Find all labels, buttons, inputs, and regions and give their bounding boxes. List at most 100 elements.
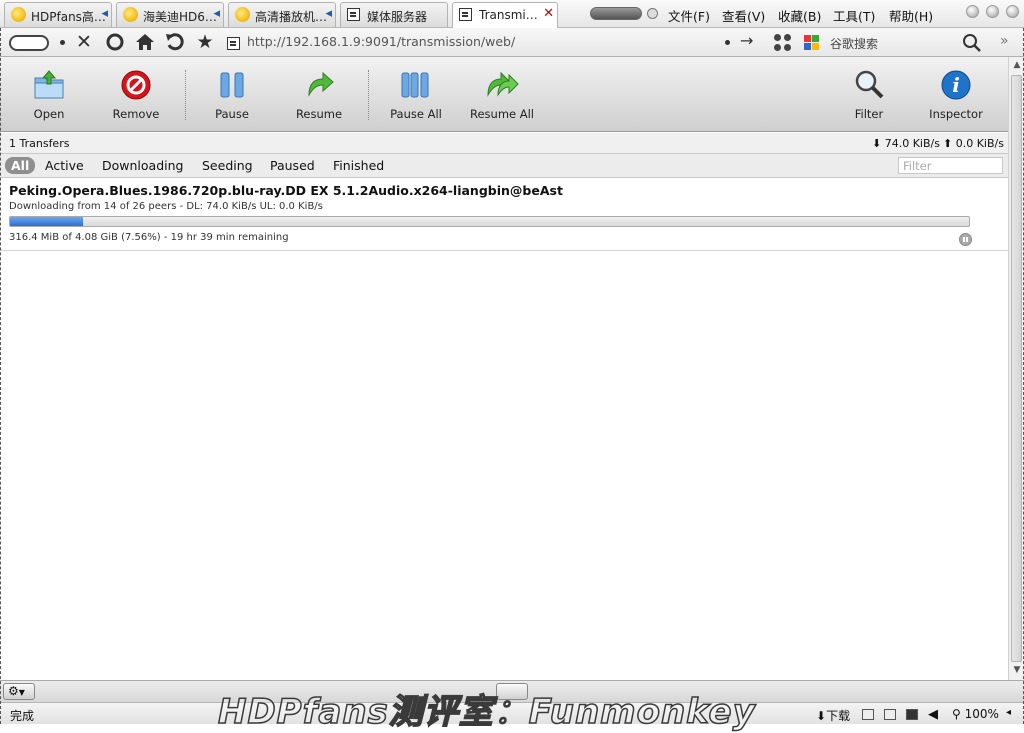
browser-tab-4[interactable]: 媒体服务器 — [340, 2, 448, 27]
resume-all-label: Resume All — [469, 107, 535, 121]
maximize-button[interactable] — [986, 5, 999, 18]
sun-icon — [11, 7, 27, 23]
torrent-progress-bar — [9, 216, 970, 227]
torrent-progress-fill — [10, 217, 83, 226]
filter-finished[interactable]: Finished — [333, 158, 384, 173]
toolbar-separator — [185, 70, 186, 120]
filter-paused[interactable]: Paused — [270, 158, 315, 173]
page-load-status: 完成 — [10, 709, 35, 723]
inspector-button[interactable]: i Inspector — [916, 57, 996, 132]
favorite-star-icon[interactable]: ★ — [194, 31, 216, 53]
open-button[interactable]: Open — [9, 57, 89, 132]
vertical-scrollbar[interactable]: ▲ ▼ — [1008, 57, 1024, 680]
chevron-down-icon: ▼ — [18, 688, 25, 697]
sun-icon — [235, 7, 251, 23]
window-mode-dot[interactable] — [647, 8, 658, 19]
dot-icon — [60, 40, 65, 45]
menu-favorites[interactable]: 收藏(B) — [778, 6, 821, 25]
undo-icon[interactable] — [164, 31, 186, 53]
search-icon[interactable] — [962, 33, 982, 53]
toolbar-separator — [368, 70, 369, 120]
transmission-toolbar: Open Remove Pause Resume Pause All Resum… — [0, 57, 1008, 132]
browser-tab-3[interactable]: 高清播放机… ◂ — [228, 2, 336, 27]
scroll-down-icon[interactable]: ▼ — [1011, 665, 1023, 677]
more-chevron-icon[interactable]: » — [1000, 33, 1009, 49]
close-window-button[interactable] — [1006, 5, 1019, 18]
browser-tab-bar: HDPfans高… ◂ 海美迪HD6… ◂ 高清播放机… ◂ 媒体服务器 Tra… — [0, 0, 1024, 29]
zoom-icon: ⚲ — [952, 707, 961, 721]
info-icon: i — [940, 69, 972, 101]
tab-title: 海美迪HD6… — [143, 10, 217, 24]
page-icon — [227, 36, 240, 50]
inspector-label: Inspector — [929, 107, 983, 121]
gear-icon: ⚙ — [8, 684, 19, 698]
screenshot-icon[interactable] — [884, 709, 896, 720]
zoom-chevron-icon[interactable]: ◂ — [1006, 707, 1011, 718]
minimize-button[interactable] — [966, 5, 979, 18]
browser-tab-5-active[interactable]: Transmi… ✕ — [452, 2, 558, 29]
menu-tools[interactable]: 工具(T) — [833, 6, 875, 25]
refresh-icon[interactable] — [104, 31, 126, 53]
remove-button[interactable]: Remove — [96, 57, 176, 132]
svg-text:i: i — [952, 73, 960, 97]
google-search-icon[interactable] — [803, 34, 821, 52]
transfer-count: 1 Transfers — [9, 137, 70, 150]
tab-close-icon[interactable]: ◂ — [325, 6, 332, 21]
upload-rate-value: 0.0 KiB/s — [955, 137, 1004, 150]
scroll-up-icon[interactable]: ▲ — [1011, 60, 1023, 72]
filter-label: Filter — [854, 107, 884, 121]
remove-label: Remove — [112, 107, 160, 121]
download-label: 下载 — [826, 709, 851, 723]
search-engine-label[interactable]: 谷歌搜索 — [830, 35, 878, 52]
pause-label: Pause — [215, 107, 249, 121]
torrent-row[interactable]: Peking.Opera.Blues.1986.720p.blu-ray.DD … — [0, 179, 1008, 251]
filter-bar: All Active Downloading Seeding Paused Fi… — [0, 154, 1008, 178]
filter-button[interactable]: Filter — [829, 57, 909, 132]
resume-all-icon — [486, 69, 519, 101]
document-icon[interactable] — [862, 709, 874, 720]
menu-view[interactable]: 查看(V) — [722, 6, 765, 25]
resume-button[interactable]: Resume — [279, 57, 359, 132]
menu-file[interactable]: 文件(F) — [668, 6, 710, 25]
go-arrow-icon[interactable]: → — [740, 31, 753, 50]
filter-seeding[interactable]: Seeding — [202, 158, 253, 173]
tab-close-icon[interactable]: ✕ — [543, 6, 554, 21]
tab-close-icon[interactable]: ◂ — [101, 6, 108, 21]
filter-all[interactable]: All — [5, 157, 36, 174]
watermark-text: HDPfans测评室：Funmonkey — [217, 691, 756, 733]
pause-button[interactable]: Pause — [192, 57, 272, 132]
sun-icon — [123, 7, 139, 23]
mode-pill-icon[interactable] — [9, 35, 49, 51]
tab-close-icon[interactable]: ◂ — [213, 6, 220, 21]
volume-icon[interactable]: ◀ — [928, 707, 938, 722]
window-mode-toggle[interactable] — [590, 7, 642, 20]
download-rate-value: 74.0 KiB/s — [884, 137, 940, 150]
url-text[interactable]: http://192.168.1.9:9091/transmission/web… — [247, 34, 515, 49]
pause-all-button[interactable]: Pause All — [376, 57, 456, 132]
apps-grid-icon[interactable] — [774, 34, 792, 52]
resume-all-button[interactable]: Resume All — [462, 57, 542, 132]
resume-arrow-icon — [303, 69, 335, 101]
tab-title: HDPfans高… — [31, 10, 106, 24]
home-icon[interactable] — [134, 31, 156, 53]
scroll-thumb[interactable] — [1011, 75, 1022, 662]
menu-help[interactable]: 帮助(H) — [889, 6, 933, 25]
window-icon[interactable] — [906, 709, 918, 720]
tab-title: 媒体服务器 — [367, 10, 428, 24]
download-arrow-icon: ⬇ — [816, 709, 827, 723]
filter-input[interactable] — [898, 157, 1003, 174]
browser-tab-2[interactable]: 海美迪HD6… ◂ — [116, 2, 224, 27]
frame-edge — [0, 28, 1, 724]
torrent-name: Peking.Opera.Blues.1986.720p.blu-ray.DD … — [9, 183, 563, 198]
torrent-pause-icon[interactable] — [959, 233, 972, 246]
dot-icon — [725, 40, 730, 45]
zoom-control[interactable]: ⚲ 100% — [952, 707, 999, 721]
filter-downloading[interactable]: Downloading — [102, 158, 183, 173]
filter-active[interactable]: Active — [45, 158, 84, 173]
download-manager[interactable]: ⬇下载 — [816, 707, 850, 724]
settings-button[interactable]: ⚙▼ — [3, 683, 35, 700]
upload-rate: ⬆ 0.0 KiB/s — [943, 137, 1004, 150]
browser-tab-1[interactable]: HDPfans高… ◂ — [4, 2, 112, 27]
magnifier-icon — [853, 69, 885, 101]
stop-icon[interactable]: ✕ — [73, 31, 95, 53]
